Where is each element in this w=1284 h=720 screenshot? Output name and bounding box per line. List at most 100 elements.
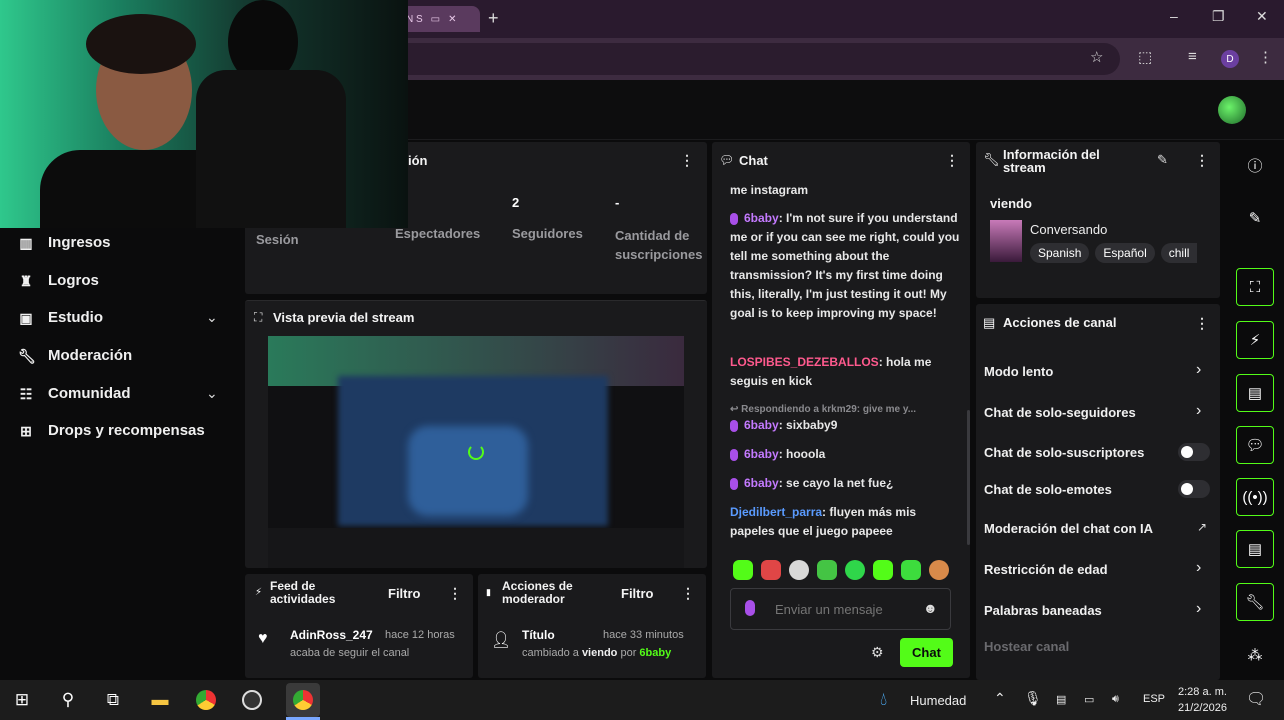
extensions-icon[interactable]: ⬚ [1138, 48, 1152, 66]
chat-bubble-icon[interactable]: 💬︎ [1236, 426, 1274, 464]
task-view-icon[interactable]: ⧉ [101, 688, 125, 712]
battery-icon[interactable]: ▭ [1084, 693, 1094, 706]
chat-username[interactable]: LOSPIBES_DEZEBALLOS [730, 355, 879, 369]
tag[interactable]: chill [1160, 243, 1197, 263]
kebab-menu-icon[interactable]: ⋮ [1195, 152, 1209, 169]
chat-input-box[interactable]: ☻ [730, 588, 951, 630]
chat-message-input[interactable] [775, 599, 915, 619]
channel-actions-icon[interactable]: ▤ [1236, 530, 1274, 568]
chrome-icon[interactable] [194, 688, 218, 712]
sidebar-item-moderacion[interactable]: 🔧︎ Moderación [18, 347, 132, 364]
chevron-right-icon[interactable]: › [1196, 559, 1201, 577]
network-icon[interactable]: ▤ [1056, 693, 1066, 706]
chat-username[interactable]: 6baby [744, 476, 779, 490]
file-explorer-icon[interactable]: ▬ [148, 688, 172, 712]
scan-frame-icon[interactable]: ⛶ [1236, 268, 1274, 306]
tag[interactable]: Spanish [1030, 243, 1090, 263]
action-age-restriction[interactable]: Restricción de edad [984, 562, 1108, 577]
tag[interactable]: Español [1095, 243, 1155, 263]
bookmark-star-icon[interactable]: ☆ [1090, 48, 1103, 66]
emote-icon[interactable] [929, 560, 949, 580]
maximize-button[interactable]: ❐ [1212, 8, 1225, 25]
action-slow-mode[interactable]: Modo lento [984, 364, 1053, 379]
chevron-down-icon[interactable]: ⌄ [206, 385, 218, 402]
sidebar-item-logros[interactable]: ♜ Logros [18, 272, 99, 289]
kebab-menu-icon[interactable]: ⋮ [681, 585, 695, 602]
tab-media-icon[interactable]: ▭ [431, 14, 440, 25]
search-icon[interactable]: ⚲ [56, 688, 80, 712]
kebab-menu-icon[interactable]: ⋮ [945, 152, 959, 169]
clock-date[interactable]: 21/2/2026 [1178, 702, 1227, 714]
edit-pencil-icon[interactable]: ✎ [1157, 152, 1168, 168]
action-host-channel[interactable]: Hostear canal [984, 639, 1069, 654]
chevron-down-icon[interactable]: ⌄ [206, 309, 218, 326]
action-followers-only[interactable]: Chat de solo-seguidores [984, 405, 1136, 420]
info-icon[interactable]: ⓘ [1236, 146, 1274, 184]
mod-filter-button[interactable]: Filtro [621, 586, 654, 601]
category-thumbnail[interactable] [990, 220, 1022, 262]
external-link-icon[interactable]: ↗ [1197, 520, 1207, 534]
chevron-right-icon[interactable]: › [1196, 402, 1201, 420]
tab-close-icon[interactable]: ✕ [448, 14, 456, 25]
volume-icon[interactable]: 🔊︎ [1112, 693, 1119, 706]
sidebar-item-estudio[interactable]: ▣ Estudio [18, 309, 103, 326]
emoji-picker-icon[interactable]: ☻ [923, 600, 938, 616]
mod-entry-user[interactable]: 6baby [639, 647, 671, 659]
user-avatar[interactable] [1218, 96, 1246, 124]
chat-username[interactable]: 6baby [744, 211, 779, 225]
edit-pencil-icon[interactable]: ✎ [1236, 199, 1274, 237]
media-control-icon[interactable]: ≡ [1188, 48, 1197, 65]
kebab-menu-icon[interactable]: ⋮ [448, 585, 462, 602]
chat-username[interactable]: Djedilbert_parra [730, 505, 822, 519]
subscribers-only-toggle[interactable] [1178, 443, 1210, 461]
action-emotes-only[interactable]: Chat de solo-emotes [984, 482, 1112, 497]
stream-preview-video[interactable] [268, 336, 684, 568]
url-field[interactable] [300, 43, 1120, 75]
minimize-button[interactable]: – [1170, 8, 1178, 24]
chat-scrollbar[interactable] [967, 410, 970, 545]
emote-icon[interactable] [873, 560, 893, 580]
emote-icon[interactable] [845, 560, 865, 580]
sidebar-item-ingresos[interactable]: ▥ Ingresos [18, 234, 110, 251]
chevron-up-icon[interactable]: ⌃ [994, 690, 1006, 707]
action-banned-words[interactable]: Palabras baneadas [984, 603, 1102, 618]
activity-filter-button[interactable]: Filtro [388, 586, 421, 601]
clock-time[interactable]: 2:28 a. m. [1178, 686, 1227, 698]
category-name[interactable]: Conversando [1030, 222, 1107, 237]
feed-entry-user[interactable]: AdinRoss_247 [290, 628, 373, 642]
action-ai-moderation[interactable]: Moderación del chat con IA [984, 521, 1153, 536]
widgets-icon[interactable]: ⁂ [1236, 636, 1274, 674]
wrench-icon[interactable]: 🔧︎ [1236, 583, 1274, 621]
chevron-right-icon[interactable]: › [1196, 361, 1201, 379]
document-icon[interactable]: ▤ [1236, 374, 1274, 412]
kebab-menu-icon[interactable]: ⋮ [680, 152, 694, 169]
close-window-button[interactable]: ✕ [1256, 8, 1268, 25]
chrome-profile-icon[interactable] [286, 683, 320, 717]
notification-icon[interactable]: 🗨︎ [1246, 689, 1266, 709]
kebab-menu-icon[interactable]: ⋮ [1195, 315, 1209, 332]
windows-start-icon[interactable]: ⊞ [10, 688, 34, 712]
action-subscribers-only[interactable]: Chat de solo-suscriptores [984, 445, 1144, 460]
broadcast-icon[interactable]: ((•)) [1236, 478, 1274, 516]
microphone-icon[interactable]: 🎙︎ [1024, 690, 1042, 707]
emote-icon[interactable] [789, 560, 809, 580]
emote-icon[interactable] [901, 560, 921, 580]
obs-icon[interactable] [240, 688, 264, 712]
weather-text[interactable]: Humedad [910, 693, 966, 708]
weather-drop-icon[interactable]: 💧︎ [880, 689, 887, 710]
emote-icon[interactable] [817, 560, 837, 580]
emote-icon[interactable] [733, 560, 753, 580]
language-indicator[interactable]: ESP [1143, 693, 1165, 705]
emote-icon[interactable] [761, 560, 781, 580]
sidebar-item-drops[interactable]: ⊞ Drops y recompensas [18, 422, 205, 439]
emotes-only-toggle[interactable] [1178, 480, 1210, 498]
chat-settings-gear-icon[interactable]: ⚙ [871, 644, 884, 661]
chat-username[interactable]: 6baby [744, 418, 779, 432]
chevron-right-icon[interactable]: › [1196, 600, 1201, 618]
browser-menu-icon[interactable]: ⋮ [1258, 48, 1273, 66]
send-chat-button[interactable]: Chat [900, 638, 953, 667]
sidebar-item-comunidad[interactable]: ☷ Comunidad [18, 385, 131, 402]
new-tab-button[interactable]: + [488, 8, 499, 29]
browser-profile-avatar[interactable]: D [1221, 50, 1239, 68]
chat-username[interactable]: 6baby [744, 447, 779, 461]
